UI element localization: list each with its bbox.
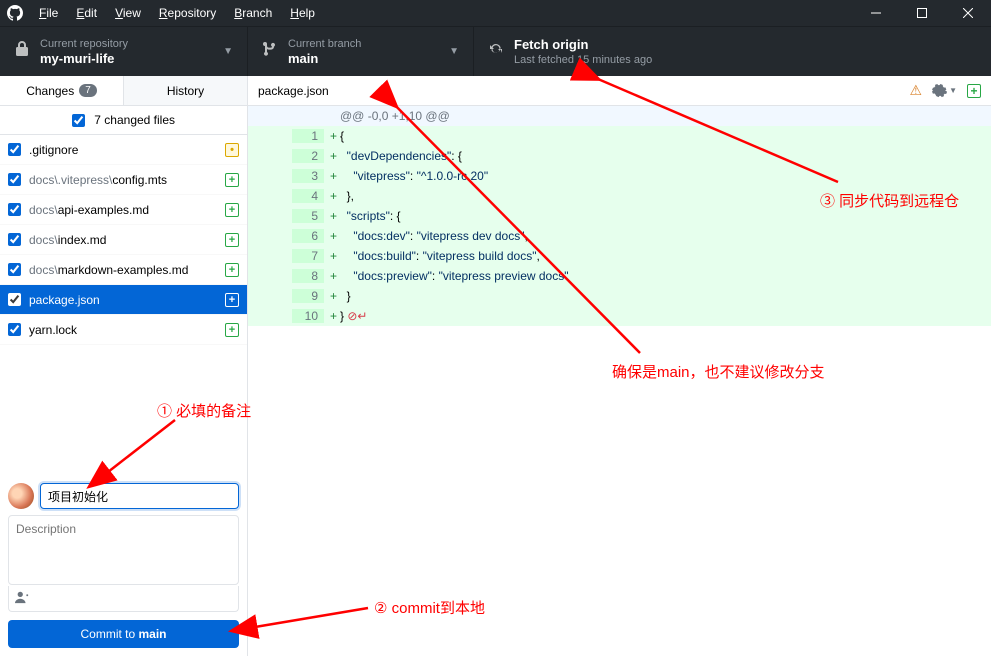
settings-icon[interactable]: ▼ xyxy=(932,83,957,98)
diff-line[interactable]: 2+ "devDependencies": { xyxy=(248,146,991,166)
select-all-checkbox[interactable] xyxy=(72,114,85,127)
warning-icon[interactable]: ⚠ xyxy=(910,82,923,99)
commit-description-input[interactable] xyxy=(8,515,239,585)
commit-form: Commit to main xyxy=(0,475,247,656)
file-name: yarn.lock xyxy=(29,323,225,337)
github-logo-icon xyxy=(0,5,30,21)
fetch-label: Fetch origin xyxy=(514,37,977,53)
file-checkbox[interactable] xyxy=(8,143,21,156)
menu-edit[interactable]: Edit xyxy=(67,6,106,20)
branch-value: main xyxy=(288,51,449,67)
file-name: docs\markdown-examples.md xyxy=(29,263,225,277)
file-checkbox[interactable] xyxy=(8,233,21,246)
lock-icon xyxy=(14,41,30,62)
file-checkbox[interactable] xyxy=(8,263,21,276)
fetch-origin-button[interactable]: Fetch origin Last fetched 15 minutes ago xyxy=(474,27,991,76)
diff-line[interactable]: 6+ "docs:dev": "vitepress dev docs", xyxy=(248,226,991,246)
file-row[interactable]: .gitignore • xyxy=(0,135,247,165)
file-checkbox[interactable] xyxy=(8,203,21,216)
file-status-icon: + xyxy=(225,203,239,217)
file-row[interactable]: package.json + xyxy=(0,285,247,315)
file-status-icon: + xyxy=(225,293,239,307)
file-row[interactable]: docs\index.md + xyxy=(0,225,247,255)
toolbar: Current repository my-muri-life ▼ Curren… xyxy=(0,26,991,76)
diff-filename: package.json xyxy=(258,84,910,98)
diff-line[interactable]: 10+} ⊘↵ xyxy=(248,306,991,326)
file-checkbox[interactable] xyxy=(8,293,21,306)
window-maximize-button[interactable] xyxy=(899,0,945,26)
file-status-icon: • xyxy=(225,143,239,157)
repo-value: my-muri-life xyxy=(40,51,223,67)
file-row[interactable]: docs\api-examples.md + xyxy=(0,195,247,225)
tab-history[interactable]: History xyxy=(123,76,247,105)
file-checkbox[interactable] xyxy=(8,173,21,186)
menu-help[interactable]: Help xyxy=(281,6,324,20)
file-checkbox[interactable] xyxy=(8,323,21,336)
chevron-down-icon: ▼ xyxy=(223,46,233,57)
menu-repository[interactable]: Repository xyxy=(150,6,225,20)
diff-line[interactable]: 9+ } xyxy=(248,286,991,306)
tab-changes-label: Changes xyxy=(26,84,74,98)
file-name: package.json xyxy=(29,293,225,307)
diff-line[interactable]: 5+ "scripts": { xyxy=(248,206,991,226)
sync-icon xyxy=(488,41,504,62)
diff-line[interactable]: 1+{ xyxy=(248,126,991,146)
tab-changes[interactable]: Changes 7 xyxy=(0,76,123,105)
menu-branch[interactable]: Branch xyxy=(225,6,281,20)
file-status-icon: + xyxy=(225,233,239,247)
file-row[interactable]: docs\.vitepress\config.mts + xyxy=(0,165,247,195)
window-close-button[interactable] xyxy=(945,0,991,26)
branch-label: Current branch xyxy=(288,37,449,51)
file-status-icon: + xyxy=(225,263,239,277)
git-branch-icon xyxy=(262,41,278,62)
file-list: .gitignore • docs\.vitepress\config.mts … xyxy=(0,135,247,345)
file-name: docs\.vitepress\config.mts xyxy=(29,173,225,187)
menu-file[interactable]: File xyxy=(30,6,67,20)
file-row[interactable]: yarn.lock + xyxy=(0,315,247,345)
file-name: .gitignore xyxy=(29,143,225,157)
add-coauthors-button[interactable] xyxy=(8,586,239,612)
repo-label: Current repository xyxy=(40,37,223,51)
file-status-icon: + xyxy=(225,323,239,337)
chevron-down-icon: ▼ xyxy=(449,46,459,57)
current-repository-dropdown[interactable]: Current repository my-muri-life ▼ xyxy=(0,27,248,76)
sidebar: Changes 7 History 7 changed files .gitig… xyxy=(0,76,248,656)
file-name: docs\index.md xyxy=(29,233,225,247)
commit-button[interactable]: Commit to main xyxy=(8,620,239,648)
expand-diff-button[interactable]: + xyxy=(967,84,981,98)
fetch-sub: Last fetched 15 minutes ago xyxy=(514,53,977,67)
diff-view: package.json ⚠ ▼ + @@ -0,0 +1,10 @@1+{2+… xyxy=(248,76,991,656)
diff-line[interactable]: 3+ "vitepress": "^1.0.0-rc.20" xyxy=(248,166,991,186)
tab-history-label: History xyxy=(167,84,204,98)
file-row[interactable]: docs\markdown-examples.md + xyxy=(0,255,247,285)
changes-header[interactable]: 7 changed files xyxy=(0,106,247,135)
menu-view[interactable]: View xyxy=(106,6,150,20)
changes-count-badge: 7 xyxy=(79,84,97,97)
file-name: docs\api-examples.md xyxy=(29,203,225,217)
diff-line[interactable]: 7+ "docs:build": "vitepress build docs", xyxy=(248,246,991,266)
window-minimize-button[interactable] xyxy=(853,0,899,26)
diff-line[interactable]: 4+ }, xyxy=(248,186,991,206)
avatar xyxy=(8,483,34,509)
person-add-icon xyxy=(15,590,29,607)
file-status-icon: + xyxy=(225,173,239,187)
commit-summary-input[interactable] xyxy=(40,483,239,509)
diff-line[interactable]: 8+ "docs:preview": "vitepress preview do… xyxy=(248,266,991,286)
current-branch-dropdown[interactable]: Current branch main ▼ xyxy=(248,27,474,76)
menubar: File Edit View Repository Branch Help xyxy=(0,0,991,26)
